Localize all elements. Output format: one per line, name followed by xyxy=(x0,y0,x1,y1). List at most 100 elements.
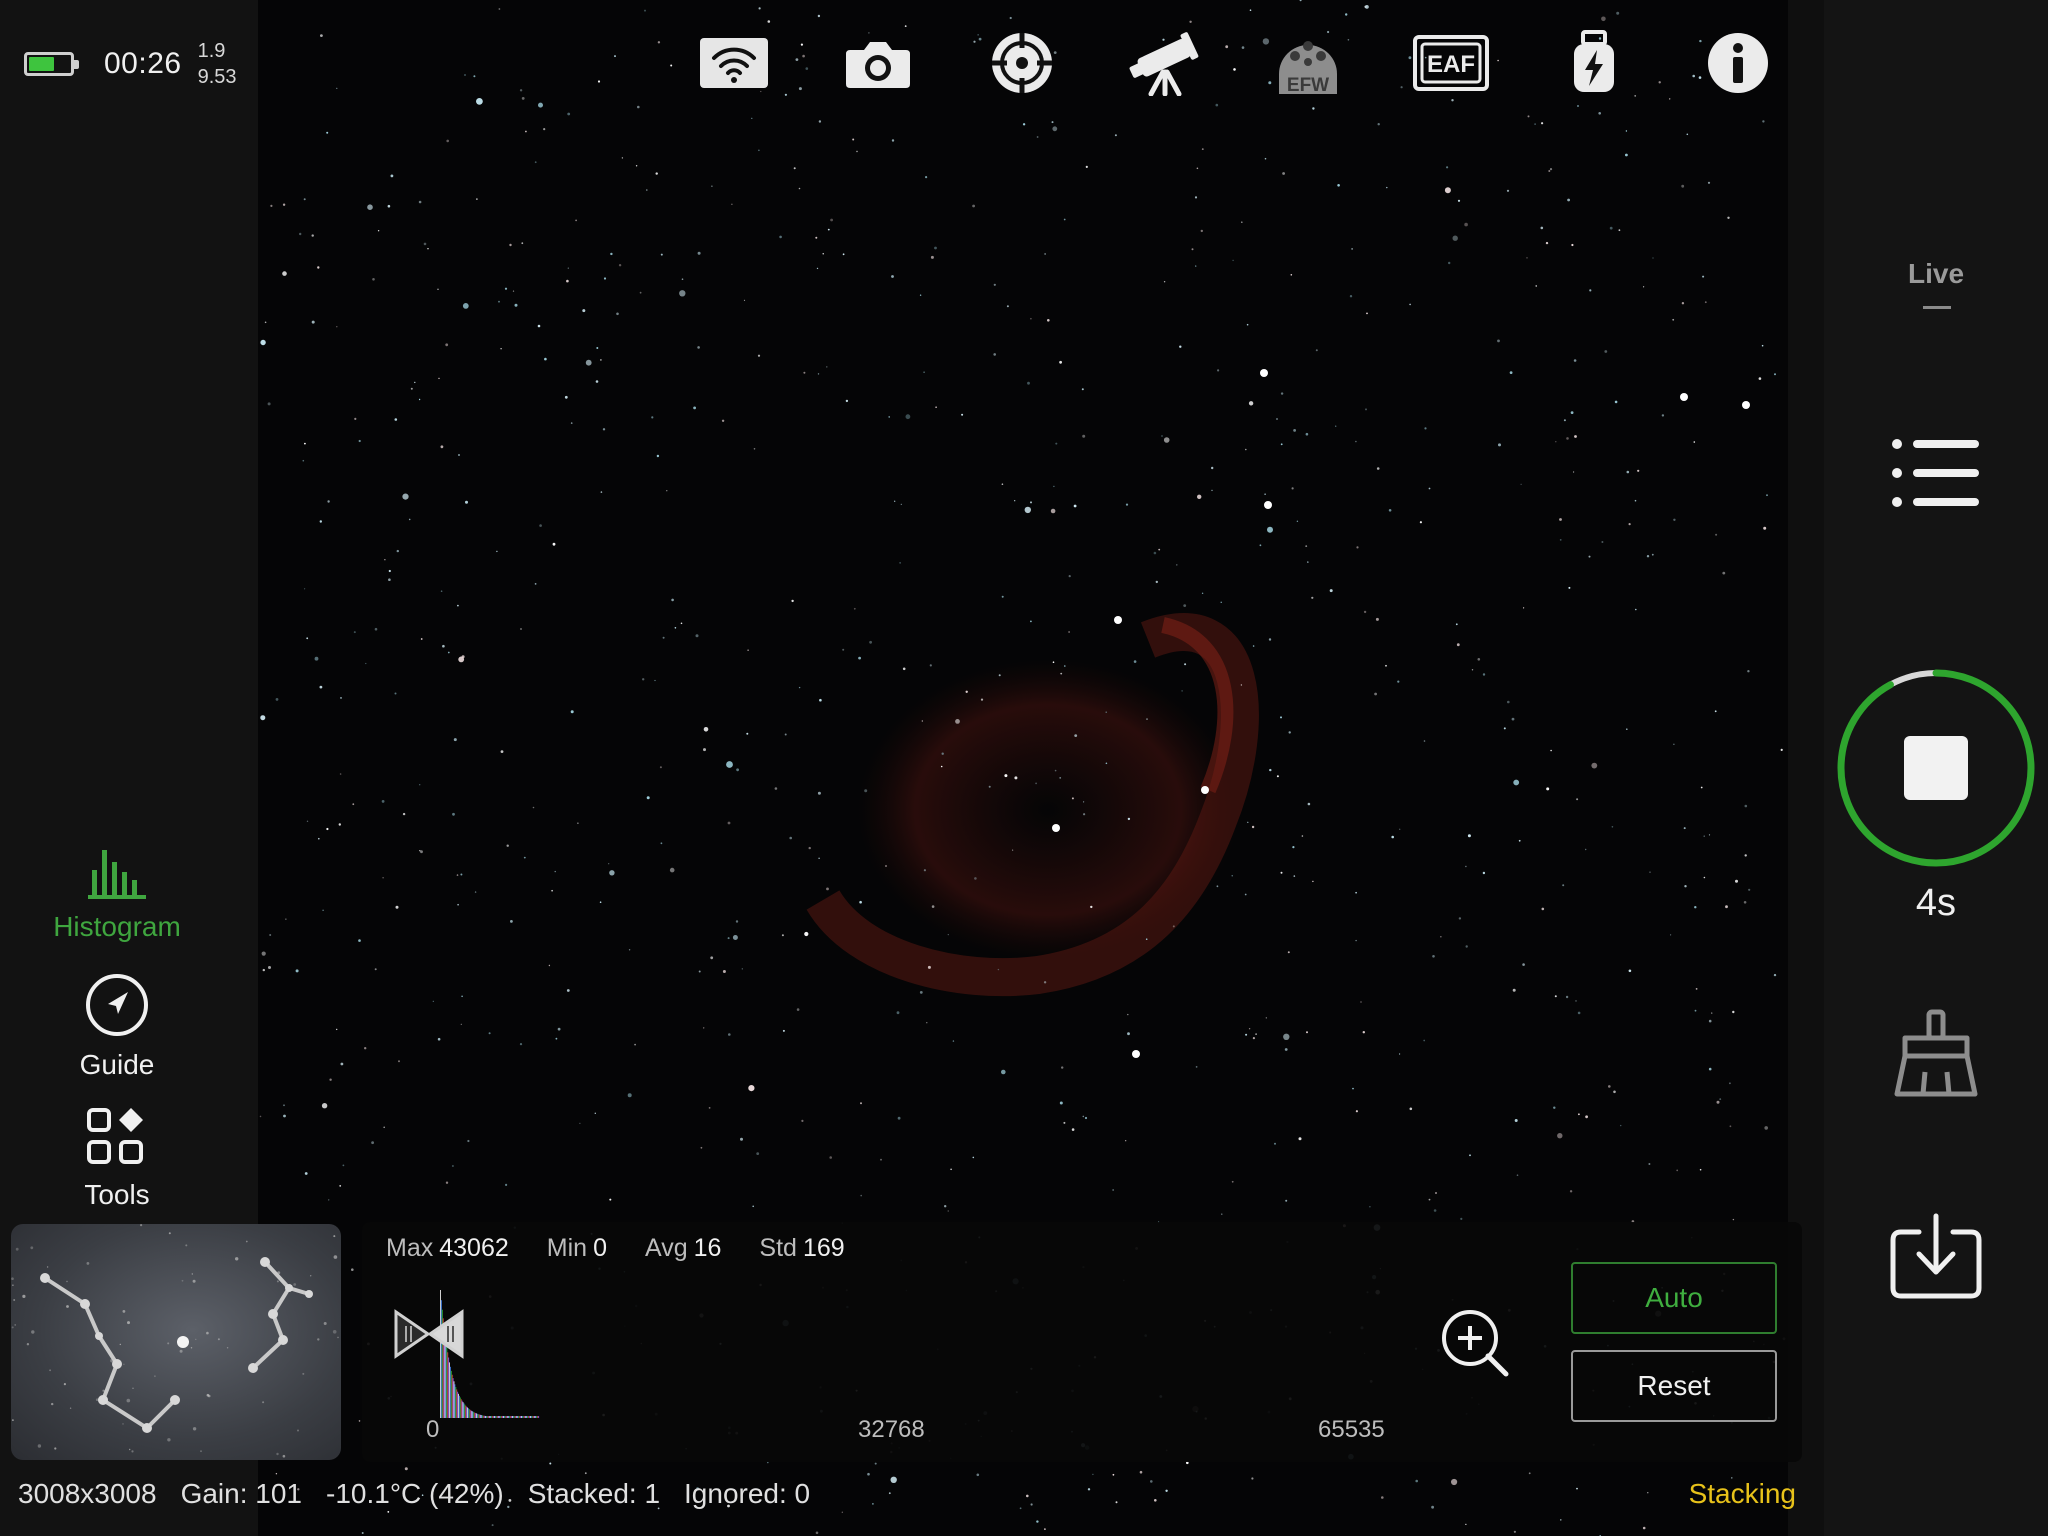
star xyxy=(1719,1098,1722,1100)
star xyxy=(660,253,663,256)
star xyxy=(336,1028,338,1031)
star xyxy=(1722,571,1726,575)
star xyxy=(1216,885,1219,888)
sky-map[interactable] xyxy=(11,1224,341,1460)
histogram-bin xyxy=(529,1416,531,1418)
star xyxy=(1523,607,1525,609)
star xyxy=(1215,103,1219,107)
star xyxy=(1585,848,1587,851)
star xyxy=(1647,1492,1649,1494)
star xyxy=(670,64,673,67)
star xyxy=(358,1420,361,1422)
star xyxy=(1225,45,1229,49)
star xyxy=(353,631,356,634)
star xyxy=(372,278,375,281)
star xyxy=(390,174,394,178)
map-star xyxy=(12,1284,14,1286)
star xyxy=(931,905,935,908)
usb-power-icon xyxy=(1574,30,1614,92)
wifi-button[interactable] xyxy=(694,28,774,98)
star xyxy=(1428,1198,1431,1201)
star xyxy=(1509,371,1513,374)
star xyxy=(304,442,306,445)
save-download-button[interactable] xyxy=(1824,1212,2048,1300)
star xyxy=(270,204,273,207)
star xyxy=(1526,257,1528,259)
star xyxy=(1245,448,1247,451)
star xyxy=(1375,617,1379,621)
histogram-bin xyxy=(440,1290,441,1418)
star xyxy=(269,934,272,936)
histogram-bin xyxy=(484,1415,486,1418)
star xyxy=(1611,826,1614,828)
star xyxy=(1534,123,1536,125)
star xyxy=(1618,229,1621,232)
star xyxy=(523,856,526,859)
star xyxy=(1448,261,1451,265)
star xyxy=(514,303,518,307)
star xyxy=(567,267,569,269)
map-star xyxy=(217,1338,220,1341)
histogram-bin xyxy=(457,1391,459,1418)
star xyxy=(726,761,733,768)
black-point-slider[interactable] xyxy=(394,1309,431,1359)
star xyxy=(462,303,469,309)
star xyxy=(1369,1206,1371,1208)
star xyxy=(1233,68,1236,71)
star xyxy=(1548,170,1551,172)
histogram-bin xyxy=(458,1393,459,1418)
map-star xyxy=(30,1246,34,1250)
star xyxy=(1163,281,1166,283)
usb-power-button[interactable] xyxy=(1554,28,1634,98)
star xyxy=(1727,216,1730,219)
histogram-bin xyxy=(496,1416,498,1418)
star xyxy=(584,1472,587,1475)
star xyxy=(1649,871,1651,873)
menu-list-button[interactable] xyxy=(1824,436,2048,510)
telescope-button[interactable] xyxy=(1124,28,1204,98)
live-mode-indicator xyxy=(1923,306,1951,309)
histogram-bin xyxy=(459,1397,461,1418)
histogram-bin xyxy=(499,1416,501,1418)
star xyxy=(320,34,323,37)
star xyxy=(655,172,658,175)
star xyxy=(304,588,306,590)
histogram-bin xyxy=(525,1416,527,1418)
crosshair-button[interactable] xyxy=(982,28,1062,98)
zoom-button[interactable] xyxy=(1440,1308,1510,1383)
reset-stretch-button[interactable]: Reset xyxy=(1571,1350,1777,1422)
star xyxy=(1651,553,1654,556)
star xyxy=(1693,441,1696,443)
star xyxy=(1608,1085,1611,1088)
star xyxy=(1431,1505,1434,1509)
star xyxy=(525,130,527,133)
star xyxy=(1388,509,1392,512)
star xyxy=(1125,1140,1127,1142)
bright-star xyxy=(1260,369,1268,377)
clean-button[interactable] xyxy=(1824,1008,2048,1098)
camera-button[interactable] xyxy=(838,28,918,98)
star xyxy=(1576,798,1579,801)
focuser-button[interactable]: EAF xyxy=(1411,28,1491,98)
filter-wheel-button[interactable]: EFW xyxy=(1268,28,1348,98)
star xyxy=(1397,680,1400,683)
star xyxy=(1292,846,1295,849)
star xyxy=(512,290,515,292)
guide-tool-button[interactable]: Guide xyxy=(0,972,234,1081)
star xyxy=(1012,849,1014,851)
histogram-bin xyxy=(477,1414,479,1418)
star xyxy=(646,189,648,191)
star xyxy=(1001,595,1004,598)
map-star xyxy=(179,1349,183,1353)
histogram-bin xyxy=(535,1416,537,1418)
star xyxy=(1446,166,1449,169)
tools-button[interactable]: Tools xyxy=(0,1106,234,1211)
live-mode-tab[interactable]: Live xyxy=(1824,258,2048,290)
auto-stretch-button[interactable]: Auto xyxy=(1571,1262,1777,1334)
star xyxy=(582,309,586,313)
histogram-bin xyxy=(450,1370,452,1418)
histogram-tool-button[interactable]: Histogram xyxy=(0,844,234,943)
stop-capture-button[interactable] xyxy=(1824,666,2048,870)
star xyxy=(1577,105,1579,107)
info-button[interactable] xyxy=(1698,28,1778,98)
